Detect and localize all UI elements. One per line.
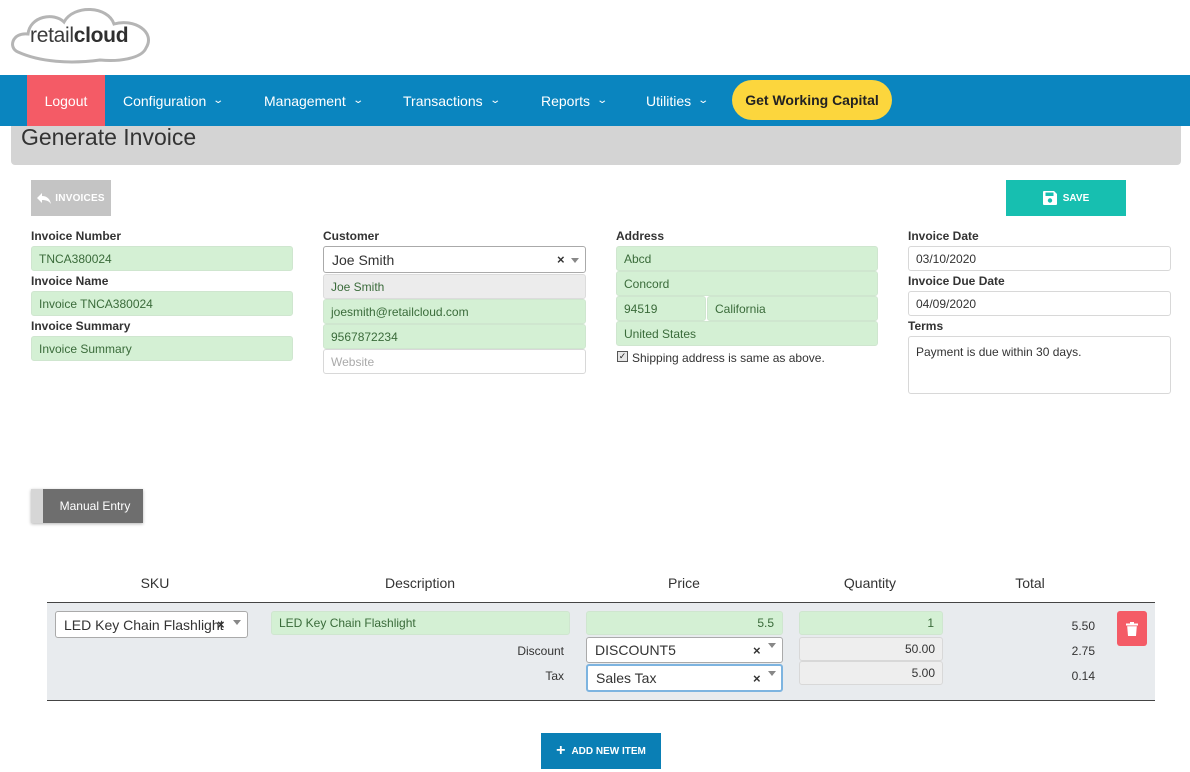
tax-value-field[interactable]: 5.00: [799, 661, 943, 685]
caret-down-icon[interactable]: [233, 620, 241, 625]
manual-entry-toggle[interactable]: Manual Entry: [31, 489, 143, 523]
price-header: Price: [668, 575, 700, 591]
tax-total: 0.14: [1071, 669, 1095, 683]
sku-select[interactable]: LED Key Chain Flashlight ×: [55, 611, 248, 638]
reply-arrow-icon: [37, 192, 52, 204]
customer-name-field[interactable]: Joe Smith: [323, 274, 586, 299]
add-new-item-button[interactable]: + ADD NEW ITEM: [541, 733, 661, 769]
tax-label: Tax: [545, 669, 564, 683]
clear-icon[interactable]: ×: [217, 617, 225, 632]
save-button[interactable]: SAVE: [1006, 180, 1126, 216]
shipping-same-checkbox[interactable]: ✓: [617, 351, 628, 362]
due-date-field[interactable]: 04/09/2020: [908, 291, 1171, 316]
clear-icon[interactable]: ×: [753, 643, 761, 658]
description-header: Description: [384, 575, 456, 591]
logout-button[interactable]: Logout: [27, 75, 105, 126]
terms-label: Terms: [908, 319, 944, 333]
sku-header: SKU: [140, 575, 170, 591]
discount-select[interactable]: DISCOUNT5 ×: [586, 637, 783, 663]
line-total: 5.50: [1071, 619, 1095, 633]
invoice-number-field[interactable]: TNCA380024: [31, 246, 293, 271]
chevron-down-icon: ⌄: [352, 95, 364, 106]
chevron-down-icon: ⌄: [697, 95, 710, 106]
invoice-name-label: Invoice Name: [31, 274, 109, 288]
discount-label: Discount: [517, 644, 564, 658]
description-field[interactable]: LED Key Chain Flashlight: [271, 611, 570, 635]
invoice-summary-label: Invoice Summary: [31, 319, 131, 333]
caret-down-icon[interactable]: [571, 258, 579, 263]
customer-select[interactable]: Joe Smith ×: [323, 246, 586, 273]
invoice-date-label: Invoice Date: [908, 229, 979, 243]
discount-value-field[interactable]: 50.00: [799, 637, 943, 661]
terms-textarea[interactable]: Payment is due within 30 days.: [908, 336, 1171, 394]
chevron-down-icon: ⌄: [488, 95, 501, 106]
shipping-same-label: Shipping address is same as above.: [632, 351, 825, 365]
customer-website-field[interactable]: Website: [323, 349, 586, 374]
caret-down-icon[interactable]: [768, 671, 776, 676]
get-working-capital-button[interactable]: Get Working Capital: [732, 80, 892, 120]
invoice-number-label: Invoice Number: [31, 229, 122, 243]
tax-select[interactable]: Sales Tax ×: [586, 664, 783, 692]
quantity-field[interactable]: 1: [799, 611, 943, 635]
chevron-down-icon: ⌄: [212, 95, 225, 106]
address-line1-field[interactable]: Abcd: [616, 246, 878, 271]
nav-transactions[interactable]: Transactions ⌄: [403, 75, 501, 126]
retailcloud-logo[interactable]: retailcloud: [10, 2, 155, 66]
invoice-summary-field[interactable]: Invoice Summary: [31, 336, 293, 361]
customer-label: Customer: [323, 229, 380, 243]
delete-item-button[interactable]: [1117, 611, 1147, 646]
invoices-back-button[interactable]: INVOICES: [31, 180, 111, 216]
total-header: Total: [1015, 575, 1045, 591]
trash-icon: [1126, 621, 1138, 636]
address-country-field[interactable]: United States: [616, 321, 878, 346]
chevron-down-icon: ⌄: [596, 95, 609, 106]
caret-down-icon[interactable]: [768, 643, 776, 648]
address-state-field[interactable]: California: [707, 296, 878, 321]
invoice-name-field[interactable]: Invoice TNCA380024: [31, 291, 293, 316]
floppy-disk-icon: [1042, 191, 1057, 205]
address-zip-field[interactable]: 94519: [616, 296, 706, 321]
page-title: Generate Invoice: [21, 124, 197, 150]
customer-phone-field[interactable]: 9567872234: [323, 324, 586, 349]
quantity-header: Quantity: [843, 575, 897, 591]
clear-icon[interactable]: ×: [753, 671, 761, 686]
due-date-label: Invoice Due Date: [908, 274, 1005, 288]
customer-email-field[interactable]: joesmith@retailcloud.com: [323, 299, 586, 324]
address-label: Address: [616, 229, 665, 243]
invoice-date-field[interactable]: 03/10/2020: [908, 246, 1171, 271]
address-city-field[interactable]: Concord: [616, 271, 878, 296]
clear-icon[interactable]: ×: [557, 252, 565, 267]
discount-total: 2.75: [1071, 644, 1095, 658]
nav-utilities[interactable]: Utilities ⌄: [646, 75, 710, 126]
nav-reports[interactable]: Reports ⌄: [541, 75, 609, 126]
nav-management[interactable]: Management ⌄: [264, 75, 364, 126]
price-field[interactable]: 5.5: [586, 611, 783, 635]
nav-configuration[interactable]: Configuration ⌄: [123, 75, 225, 126]
logo-text: retailcloud: [30, 24, 129, 47]
plus-icon: +: [556, 742, 566, 759]
